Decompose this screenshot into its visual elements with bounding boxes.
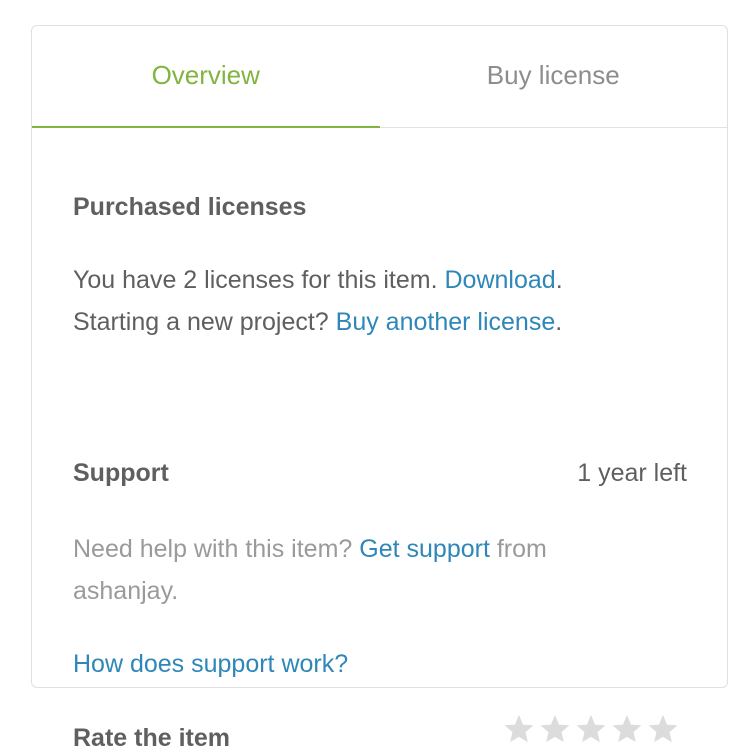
tab-buy-license[interactable]: Buy license [380,26,728,127]
get-support-link[interactable]: Get support [359,535,490,563]
star-icon[interactable] [539,714,571,744]
how-support-works-row: How does support work? [73,643,348,685]
license-card: Overview Buy license Purchased licenses … [31,25,728,752]
author-name: ashanjay. [73,577,179,605]
star-icon[interactable] [647,714,679,744]
support-row: Support 1 year left [73,458,687,488]
rating-row: Rate the item [73,714,679,753]
star-icon[interactable] [575,714,607,744]
help-suffix: from [489,535,547,563]
licenses-count-text: You have 2 licenses for this item. [73,266,445,294]
how-support-works-link[interactable]: How does support work? [73,650,348,678]
download-link[interactable]: Download [445,266,556,294]
period: . [555,308,563,336]
support-title: Support [73,458,169,487]
star-icon[interactable] [611,714,643,744]
support-help-text: Need help with this item? Get support fr… [73,528,673,612]
star-icon[interactable] [503,714,535,744]
period: . [555,266,563,294]
tab-overview[interactable]: Overview [32,26,380,128]
purchased-licenses-text: You have 2 licenses for this item. Downl… [73,259,563,343]
purchased-licenses-title: Purchased licenses [73,193,307,221]
star-rating [503,714,679,744]
help-question: Need help with this item? [73,535,360,563]
tab-bar: Overview Buy license [32,26,727,128]
rate-item-title: Rate the item [73,724,230,752]
support-status: 1 year left [577,459,687,487]
new-project-text: Starting a new project? [73,308,336,336]
buy-another-license-link[interactable]: Buy another license [336,308,556,336]
